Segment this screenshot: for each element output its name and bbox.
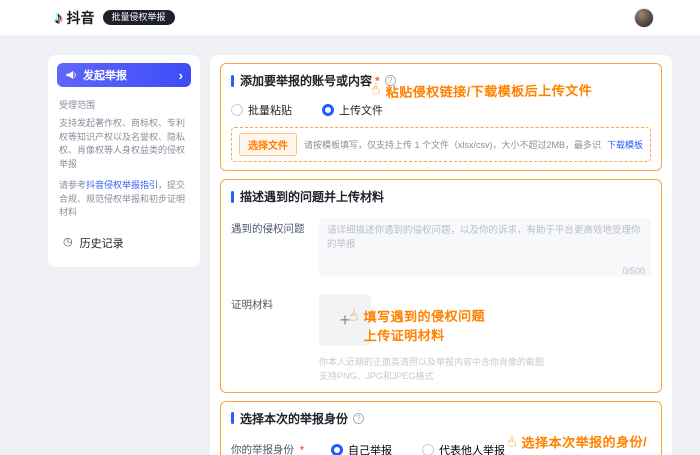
file-upload-row: 选择文件 请按模板填写，仅支持上传 1 个文件（xlsx/csv)，大小不超过2… bbox=[231, 127, 651, 162]
radio-batch-paste[interactable]: 批量粘贴 bbox=[231, 102, 292, 118]
report-form-card: 添加要举报的账号或内容 * ? ☝ 粘贴侵权链接/下载模板后上传文件 批量粘贴 … bbox=[210, 55, 672, 455]
section-title-text: 描述遇到的问题并上传材料 bbox=[240, 190, 385, 204]
problem-textarea[interactable] bbox=[319, 218, 651, 276]
identity-label: 你的举报身份 * bbox=[231, 442, 331, 455]
radio-label: 批量粘贴 bbox=[248, 105, 292, 117]
pointing-hand-icon: ☝ bbox=[368, 79, 384, 100]
problem-field-row: 遇到的侵权问题 0/500 bbox=[231, 218, 651, 281]
radio-upload-file[interactable]: 上传文件 bbox=[322, 102, 383, 118]
douyin-logo-icon: ♪ bbox=[54, 8, 63, 27]
chevron-right-icon: › bbox=[178, 67, 183, 83]
section-title-text: 添加要举报的账号或内容 bbox=[240, 74, 373, 88]
guide-link[interactable]: 抖音侵权举报指引 bbox=[86, 180, 158, 190]
radio-circle-icon bbox=[231, 104, 243, 116]
guide-paragraph: 请参考抖音侵权举报指引，提交合规、规范侵权举报和初步证明材料 bbox=[57, 179, 191, 220]
note-line2: 支持PNG、JPG和JPEG格式 bbox=[319, 371, 434, 382]
user-avatar[interactable] bbox=[634, 7, 654, 28]
guide-prefix: 请参考 bbox=[59, 180, 87, 190]
choose-file-button[interactable]: 选择文件 bbox=[239, 133, 297, 156]
problem-textarea-wrap: 0/500 bbox=[319, 218, 651, 281]
material-label: 证明材料 bbox=[231, 299, 273, 311]
file-upload-hint: 请按模板填写，仅支持上传 1 个文件（xlsx/csv)，大小不超过2MB，最多… bbox=[304, 140, 602, 150]
megaphone-icon bbox=[66, 70, 76, 80]
upload-mode-radio-group: 批量粘贴 上传文件 bbox=[231, 102, 651, 118]
sidebar-item-label: 发起举报 bbox=[83, 70, 127, 82]
title-accent-bar bbox=[231, 190, 234, 203]
radio-represent-other[interactable]: 代表他人举报 bbox=[422, 442, 505, 455]
material-requirements-note: 你本人近期的正面高清照以及举报内容中含你肖像的截图 支持PNG、JPG和JPEG… bbox=[319, 355, 651, 384]
clock-icon: ◷ bbox=[63, 236, 73, 248]
section-describe-problem: 描述遇到的问题并上传材料 遇到的侵权问题 0/500 证明材料 + ☝ 填写遇到… bbox=[220, 179, 662, 393]
section-add-content: 添加要举报的账号或内容 * ? ☝ 粘贴侵权链接/下载模板后上传文件 批量粘贴 … bbox=[220, 63, 662, 171]
sidebar-item-start-report[interactable]: 发起举报 › bbox=[57, 63, 191, 87]
radio-self-report[interactable]: 自己举报 bbox=[331, 442, 392, 455]
radio-circle-selected-icon bbox=[322, 104, 334, 116]
problem-label: 遇到的侵权问题 bbox=[231, 223, 305, 235]
identity-label-text: 你的举报身份 bbox=[231, 444, 294, 455]
annotation-text: 填写遇到的侵权问题 上传证明材料 bbox=[363, 307, 485, 346]
section-title-text: 选择本次的举报身份 bbox=[240, 411, 349, 426]
scope-description: 支持发起著作权、商标权、专利权等知识产权以及名誉权、隐私权、肖像权等人身权益类的… bbox=[59, 118, 186, 169]
scope-section-label: 受理范围 bbox=[59, 100, 96, 110]
brand-name: 抖音 bbox=[66, 9, 95, 26]
section-identity-title: 选择本次的举报身份 ? bbox=[231, 410, 651, 427]
product-badge: 批量侵权举报 bbox=[102, 10, 175, 25]
sidebar-item-history[interactable]: ◷ 历史记录 bbox=[57, 235, 191, 251]
radio-label: 上传文件 bbox=[339, 105, 383, 117]
section-describe-title: 描述遇到的问题并上传材料 bbox=[231, 188, 651, 205]
annotation-line1: 填写遇到的侵权问题 bbox=[363, 308, 486, 325]
char-counter: 0/500 bbox=[622, 266, 645, 276]
radio-label: 自己举报 bbox=[348, 444, 392, 455]
sidebar: 发起举报 › 受理范围 支持发起著作权、商标权、专利权等知识产权以及名誉权、隐私… bbox=[48, 55, 200, 267]
annotation-text: 选择本次举报的身份/ 创建新身份 bbox=[521, 433, 647, 455]
required-asterisk: * bbox=[299, 444, 305, 455]
annotation-text: 粘贴侵权链接/下载模板后上传文件 bbox=[385, 83, 593, 100]
annotation-paste-upload: ☝ 粘贴侵权链接/下载模板后上传文件 bbox=[368, 79, 593, 101]
history-label: 历史记录 bbox=[79, 237, 124, 250]
annotation-line2: 上传证明材料 bbox=[363, 327, 445, 344]
section-report-identity: 选择本次的举报身份 ? ☝ 选择本次举报的身份/ 创建新身份 你的举报身份 * … bbox=[220, 400, 662, 455]
annotation-identity: ☝ 选择本次举报的身份/ 创建新身份 bbox=[504, 432, 648, 455]
radio-label: 代表他人举报 bbox=[439, 444, 505, 455]
title-accent-bar bbox=[231, 74, 234, 87]
pointing-hand-icon: ☝ bbox=[346, 306, 361, 326]
download-template-link[interactable]: 下载模板 bbox=[607, 138, 643, 151]
radio-circle-icon bbox=[422, 443, 434, 455]
annotation-fill-upload: ☝ 填写遇到的侵权问题 上传证明材料 bbox=[346, 306, 485, 346]
title-accent-bar bbox=[231, 412, 234, 425]
annotation-line1: 选择本次举报的身份/ bbox=[521, 434, 647, 451]
note-line1: 你本人近期的正面高清照以及举报内容中含你肖像的截图 bbox=[319, 357, 545, 367]
radio-circle-selected-icon bbox=[331, 443, 343, 455]
top-header: ♪ 抖音 批量侵权举报 bbox=[0, 0, 700, 36]
help-icon[interactable]: ? bbox=[353, 412, 365, 424]
